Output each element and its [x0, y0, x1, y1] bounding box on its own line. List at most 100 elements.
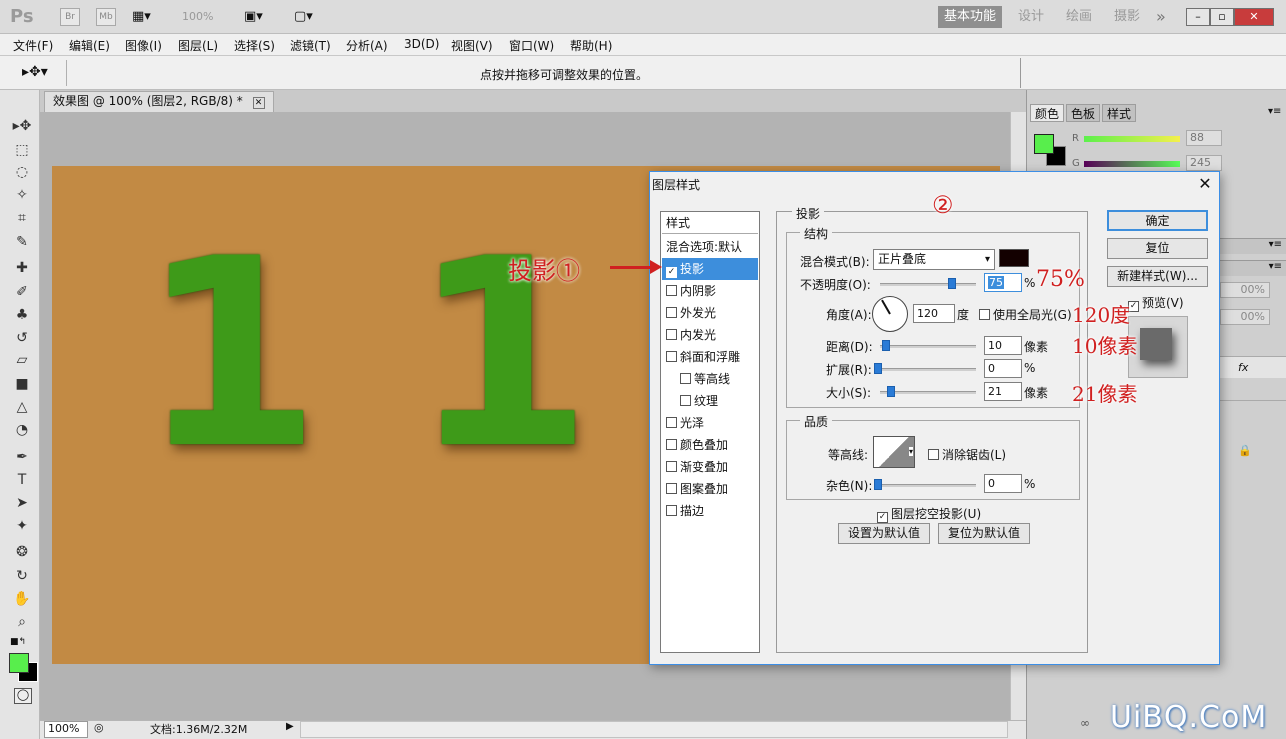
zoom-tool-icon[interactable]: ⌕ — [10, 612, 34, 632]
preview-checkbox[interactable]: ✓ 预览(V) — [1128, 294, 1184, 312]
size-input[interactable]: 21 — [984, 382, 1022, 401]
spread-slider[interactable] — [880, 368, 976, 371]
checkbox-icon[interactable] — [680, 373, 691, 384]
foreground-color-swatch[interactable] — [9, 653, 29, 673]
menu-view[interactable]: 视图(V) — [451, 37, 493, 54]
blend-mode-select[interactable]: 正片叠底 ▾ — [873, 249, 995, 270]
g-channel-slider[interactable] — [1084, 161, 1180, 167]
checkbox-icon[interactable] — [666, 439, 677, 450]
menu-layer[interactable]: 图层(L) — [178, 37, 218, 54]
contour-picker[interactable]: ▾ — [873, 436, 915, 468]
view-extras-icon[interactable]: ▦▾ — [132, 9, 162, 25]
checkbox-icon[interactable] — [666, 417, 677, 428]
link-layers-icon[interactable]: ∞ — [1080, 716, 1090, 730]
maximize-button[interactable]: ▫ — [1210, 8, 1234, 26]
close-tab-icon[interactable]: ✕ — [252, 97, 265, 109]
distance-slider-thumb[interactable] — [882, 340, 890, 351]
checkbox-icon[interactable] — [666, 285, 677, 296]
move-tool-icon[interactable]: ▸✥ — [10, 116, 34, 136]
opacity-slider-thumb[interactable] — [948, 278, 956, 289]
distance-input[interactable]: 10 — [984, 336, 1022, 355]
checkbox-icon[interactable] — [666, 329, 677, 340]
new-style-button[interactable]: 新建样式(W)... — [1107, 266, 1208, 287]
bridge-icon[interactable]: Br — [60, 8, 80, 26]
checkbox-icon-checked[interactable]: ✓ — [666, 267, 677, 278]
checkbox-icon[interactable] — [979, 309, 990, 320]
horizontal-scrollbar[interactable] — [300, 721, 1008, 738]
opacity-input[interactable]: 75 — [984, 273, 1022, 292]
tab-swatches[interactable]: 色板 — [1066, 104, 1101, 122]
layer-opacity-field[interactable]: 00% — [1220, 282, 1270, 298]
knockout-checkbox[interactable]: ✓ 图层挖空投影(U) — [877, 505, 981, 523]
reset-button[interactable]: 复位 — [1107, 238, 1208, 259]
dodge-tool-icon[interactable]: ◔ — [10, 420, 34, 440]
opacity-slider[interactable] — [880, 283, 976, 286]
style-item-inner-glow[interactable]: 内发光 — [662, 324, 758, 346]
eraser-tool-icon[interactable]: ▱ — [10, 350, 34, 370]
mini-bridge-icon[interactable]: Mb — [96, 8, 116, 26]
crop-tool-icon[interactable]: ⌗ — [10, 208, 34, 228]
quick-select-tool-icon[interactable]: ✧ — [10, 185, 34, 205]
style-item-satin[interactable]: 光泽 — [662, 412, 758, 434]
menu-analysis[interactable]: 分析(A) — [346, 37, 388, 54]
tab-color[interactable]: 颜色 — [1030, 104, 1065, 122]
eyedropper-tool-icon[interactable]: ✎ — [10, 232, 34, 252]
style-item-texture[interactable]: 纹理 — [662, 390, 758, 412]
noise-slider[interactable] — [880, 484, 976, 487]
style-item-inner-shadow[interactable]: 内阴影 — [662, 280, 758, 302]
status-menu-arrow-icon[interactable]: ▶ — [286, 721, 294, 732]
set-default-button[interactable]: 设置为默认值 — [838, 523, 930, 544]
checkbox-icon[interactable] — [666, 461, 677, 472]
quick-mask-icon[interactable]: ◯ — [14, 688, 32, 704]
panel-menu-icon[interactable]: ▾≡ — [1268, 106, 1281, 117]
reset-default-button[interactable]: 复位为默认值 — [938, 523, 1030, 544]
angle-input[interactable]: 120 — [913, 304, 955, 323]
close-window-button[interactable]: ✕ — [1234, 8, 1274, 26]
style-item-outer-glow[interactable]: 外发光 — [662, 302, 758, 324]
r-channel-value[interactable]: 88 — [1186, 130, 1222, 146]
checkbox-icon[interactable] — [666, 351, 677, 362]
style-item-pattern-overlay[interactable]: 图案叠加 — [662, 478, 758, 500]
spread-slider-thumb[interactable] — [874, 363, 882, 374]
layer-row-effects[interactable]: fx — [1220, 356, 1286, 378]
hand-tool-icon[interactable]: ✋ — [10, 589, 34, 609]
spread-input[interactable]: 0 — [984, 359, 1022, 378]
screen-mode-icon[interactable]: ▢▾ — [294, 9, 313, 24]
workspace-essentials-button[interactable]: 基本功能 — [938, 6, 1003, 28]
zoom-level-dropdown[interactable]: 100% — [182, 10, 213, 23]
noise-input[interactable]: 0 — [984, 474, 1022, 493]
clone-stamp-tool-icon[interactable]: ♣ — [10, 305, 34, 325]
type-tool-icon[interactable]: T — [10, 470, 34, 490]
r-channel-slider[interactable] — [1084, 136, 1180, 142]
panel-foreground-swatch[interactable] — [1034, 134, 1054, 154]
style-item-bevel-emboss[interactable]: 斜面和浮雕 — [662, 346, 758, 368]
blur-tool-icon[interactable]: △ — [10, 397, 34, 417]
path-select-tool-icon[interactable]: ➤ — [10, 493, 34, 513]
shadow-color-swatch[interactable] — [999, 249, 1029, 267]
menu-help[interactable]: 帮助(H) — [570, 37, 612, 54]
marquee-tool-icon[interactable]: ⬚ — [10, 140, 34, 160]
arrange-documents-icon[interactable]: ▣▾ — [244, 9, 263, 24]
checkbox-icon[interactable] — [666, 505, 677, 516]
size-slider-thumb[interactable] — [887, 386, 895, 397]
dialog-close-icon[interactable]: ✕ — [1196, 174, 1214, 193]
layer-fill-field[interactable]: 00% — [1220, 309, 1270, 325]
healing-brush-tool-icon[interactable]: ✚ — [10, 258, 34, 278]
menu-window[interactable]: 窗口(W) — [509, 37, 554, 54]
menu-select[interactable]: 选择(S) — [234, 37, 275, 54]
more-workspaces-icon[interactable]: » — [1156, 6, 1166, 28]
style-item-contour[interactable]: 等高线 — [662, 368, 758, 390]
style-item-drop-shadow[interactable]: ✓ 投影 — [662, 258, 758, 280]
menu-image[interactable]: 图像(I) — [125, 37, 162, 54]
status-preview-icon[interactable]: ◎ — [94, 721, 104, 734]
style-item-stroke[interactable]: 描边 — [662, 500, 758, 522]
checkbox-icon[interactable] — [928, 449, 939, 460]
menu-3d[interactable]: 3D(D) — [404, 37, 439, 51]
default-colors-icon[interactable]: ■↰ — [10, 637, 26, 647]
style-blending-options[interactable]: 混合选项:默认 — [662, 236, 758, 258]
style-item-color-overlay[interactable]: 颜色叠加 — [662, 434, 758, 456]
ok-button[interactable]: 确定 — [1107, 210, 1208, 231]
history-brush-tool-icon[interactable]: ↺ — [10, 328, 34, 348]
status-zoom-field[interactable]: 100% — [44, 721, 88, 738]
3d-orbit-tool-icon[interactable]: ↻ — [10, 566, 34, 586]
